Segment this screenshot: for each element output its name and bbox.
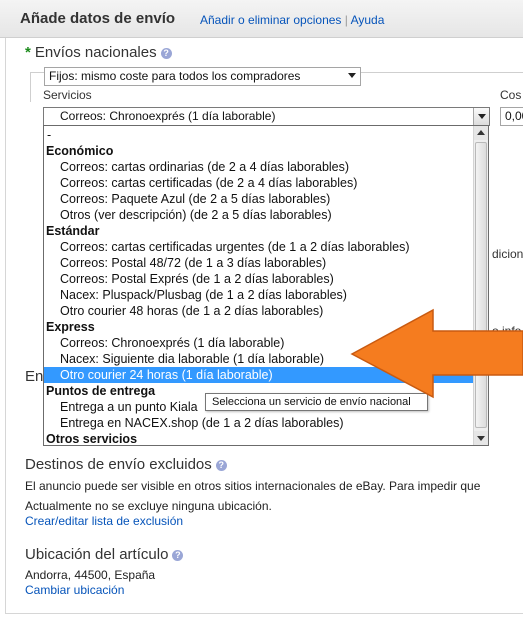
item-location-title-text: Ubicación del artículo — [25, 546, 169, 563]
national-shipping-title-text: Envíos nacionales — [34, 44, 157, 61]
option-group-label: Estándar — [46, 224, 100, 238]
excluded-status: Actualmente no se excluye ninguna ubicac… — [25, 499, 272, 513]
dropdown-scrollbar[interactable] — [473, 126, 488, 445]
service-select-value: Correos: Chronoexprés (1 día laborable) — [60, 109, 276, 123]
scroll-down-icon — [477, 436, 485, 441]
item-location-value: Andorra, 44500, España — [25, 568, 156, 582]
dropdown-option[interactable]: Nacex: Siguiente dia laborable (1 día la… — [44, 351, 474, 367]
scroll-up-button[interactable] — [474, 126, 488, 140]
dropdown-option[interactable]: Correos: cartas ordinarias (de 2 a 4 día… — [44, 159, 474, 175]
option-group-label: Express — [46, 320, 95, 334]
services-label: Servicios — [43, 88, 92, 102]
hidden-section-title: En — [25, 368, 44, 385]
help-icon[interactable]: ? — [215, 459, 227, 471]
shipping-type-value: Fijos: mismo coste para todos los compra… — [49, 69, 301, 83]
dropdown-option[interactable]: Otro courier 48 horas (de 1 a 2 días lab… — [44, 303, 474, 319]
add-remove-options-link[interactable]: Añadir o eliminar opciones — [200, 13, 341, 27]
dropdown-option[interactable]: Correos: cartas certificadas (de 2 a 4 d… — [44, 175, 474, 191]
help-icon[interactable]: ? — [160, 47, 172, 59]
dropdown-option[interactable]: Entrega en NACEX.shop (de 1 a 2 días lab… — [44, 415, 474, 431]
scroll-up-icon — [477, 130, 485, 135]
dropdown-option[interactable]: Otro courier 24 horas (1 día laborable) — [44, 367, 474, 383]
option-group-label: Económico — [46, 144, 114, 158]
excluded-title-text: Destinos de envío excluidos — [25, 456, 212, 473]
hidden-text-info: o info — [492, 324, 522, 338]
dropdown-option[interactable]: - — [44, 127, 474, 143]
item-location-title: Ubicación del artículo? — [25, 546, 184, 563]
change-location-link[interactable]: Cambiar ubicación — [25, 583, 124, 597]
link-separator: | — [344, 13, 348, 27]
scrollbar-thumb[interactable] — [475, 142, 487, 428]
dropdown-option[interactable]: Otros (ver descripción) (de 2 a 5 días l… — [44, 207, 474, 223]
section-title: Añade datos de envío — [20, 10, 176, 27]
scroll-down-button[interactable] — [474, 431, 488, 445]
service-dropdown-button[interactable] — [473, 108, 489, 125]
dropdown-option[interactable]: Nacex: Pluspack/Plusbag (de 1 a 2 días l… — [44, 287, 474, 303]
edit-exclusion-list-link[interactable]: Crear/editar lista de exclusión — [25, 514, 183, 528]
help-icon[interactable]: ? — [172, 549, 184, 561]
excluded-destinations-title: Destinos de envío excluidos? — [25, 456, 480, 473]
header-links: Añadir o eliminar opciones | Ayuda — [200, 13, 384, 27]
required-asterisk-icon: * — [25, 44, 31, 61]
cost-input[interactable]: 0,00 — [500, 107, 523, 126]
national-shipping-title: * Envíos nacionales? — [25, 44, 172, 61]
dropdown-option[interactable]: Correos: Chronoexprés (1 día laborable) — [44, 335, 474, 351]
item-location-section: Ubicación del artículo? Andorra, 44500, … — [25, 546, 184, 597]
dropdown-option[interactable]: Correos: cartas certificadas urgentes (d… — [44, 239, 474, 255]
dropdown-option[interactable]: Correos: Postal 48/72 (de 1 a 3 días lab… — [44, 255, 474, 271]
service-tooltip: Selecciona un servicio de envío nacional — [205, 393, 428, 411]
dropdown-option[interactable]: Correos: Paquete Azul (de 2 a 5 días lab… — [44, 191, 474, 207]
dropdown-option[interactable]: Correos: Postal Exprés (de 1 a 2 días la… — [44, 271, 474, 287]
service-select[interactable]: Correos: Chronoexprés (1 día laborable) — [43, 107, 490, 126]
shipping-type-select[interactable]: Fijos: mismo coste para todos los compra… — [44, 67, 361, 86]
option-group-label: Otros servicios — [46, 432, 138, 446]
excluded-description: El anuncio puede ser visible en otros si… — [25, 479, 481, 493]
cost-label: Cos — [500, 88, 522, 102]
help-link[interactable]: Ayuda — [351, 13, 385, 27]
chevron-down-icon — [348, 73, 356, 78]
excluded-destinations-section: Destinos de envío excluidos? El anuncio … — [25, 456, 480, 528]
hidden-text-additional: dicional — [492, 247, 523, 261]
section-header: Añade datos de envío Añadir o eliminar o… — [0, 0, 523, 38]
chevron-down-icon — [478, 114, 486, 119]
